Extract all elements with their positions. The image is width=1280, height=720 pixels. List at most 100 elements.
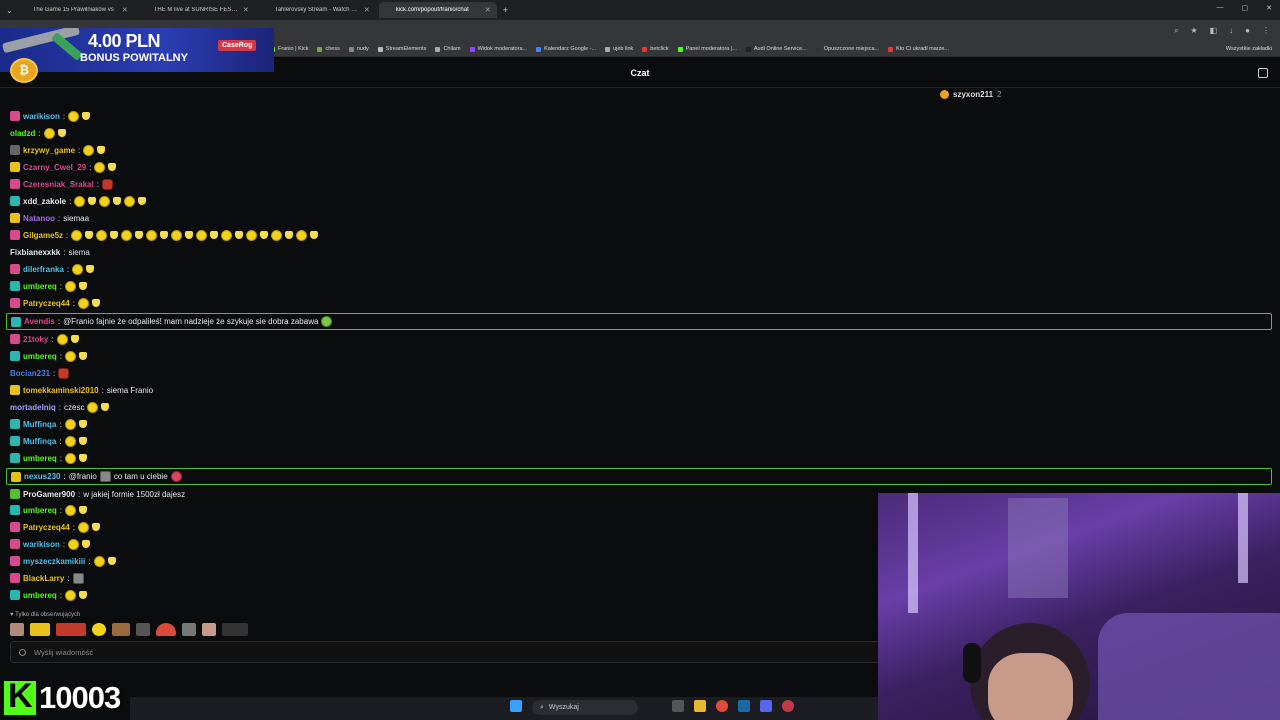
chat-message[interactable]: Muffinqa: <box>10 416 87 432</box>
bookmark-item[interactable]: Chilam <box>435 46 461 52</box>
chat-message[interactable]: Czeresniak_Srakal: <box>10 176 113 192</box>
bookmark-item[interactable]: Kto Ci ukradł marze... <box>888 46 949 52</box>
chat-message[interactable]: Avendis: @Franio fajnie że odpaliłeś! mam… <box>6 313 1272 330</box>
chat-username[interactable]: Muffinqa <box>23 437 56 446</box>
emote-button[interactable] <box>222 623 248 636</box>
chat-message[interactable]: warikison: <box>10 536 91 552</box>
chat-message[interactable]: mortadelniq: czesc <box>10 399 110 415</box>
chat-username[interactable]: Czarny_Cwel_29 <box>23 163 86 172</box>
chat-message[interactable]: umbereq: <box>10 587 88 603</box>
chat-username[interactable]: Patryczeq44 <box>23 299 70 308</box>
chat-message[interactable]: Czarny_Cwel_29: <box>10 159 117 175</box>
tab-search-icon[interactable]: ⌄ <box>6 6 13 15</box>
chat-message-input[interactable]: Wyślij wiadomość <box>10 641 880 663</box>
emote-button[interactable] <box>92 623 106 636</box>
pinned-gifter[interactable]: szyxon211 2 <box>940 90 1001 99</box>
download-icon[interactable]: ↓ <box>1229 26 1233 36</box>
profile-icon[interactable]: ● <box>1245 26 1250 36</box>
bookmark-item[interactable]: Kalendarz Google -... <box>536 46 596 52</box>
chat-username[interactable]: krzywy_game <box>23 146 75 155</box>
chat-username[interactable]: ProGamer900 <box>23 490 75 499</box>
chat-username[interactable]: Avendis <box>24 317 55 326</box>
emote-button[interactable] <box>136 623 150 636</box>
chat-username[interactable]: Patryczeq44 <box>23 523 70 532</box>
chat-message[interactable]: Patryczeq44: <box>10 295 100 311</box>
file-explorer-icon[interactable] <box>694 700 706 712</box>
chat-message[interactable]: oladzd: <box>10 125 66 141</box>
chat-username[interactable]: Natanoo <box>23 214 55 223</box>
chat-message[interactable]: umbereq: <box>10 502 88 518</box>
emote-button[interactable] <box>56 623 86 636</box>
user-settings-icon[interactable] <box>1258 68 1268 78</box>
chat-message[interactable]: nexus230: @franio co tam u ciebie <box>6 468 1272 485</box>
chat-message[interactable]: Natanoo: siemaa <box>10 210 89 226</box>
chat-message[interactable]: BlackLarry: <box>10 570 84 586</box>
tab-close-icon[interactable]: ✕ <box>122 6 128 14</box>
bookmark-item[interactable]: Panel moderatora |... <box>677 46 737 52</box>
menu-icon[interactable]: ⋮ <box>1262 26 1270 36</box>
chat-message[interactable]: Bocian231: <box>10 365 70 381</box>
chat-message[interactable]: Fixbianexxkk: siema <box>10 244 90 260</box>
chat-username[interactable]: nexus230 <box>24 472 60 481</box>
chat-username[interactable]: mortadelniq <box>10 403 56 412</box>
chat-username[interactable]: umbereq <box>23 506 57 515</box>
task-view-icon[interactable] <box>672 700 684 712</box>
chat-username[interactable]: warikison <box>23 540 60 549</box>
chat-message[interactable]: Gilgame5z: <box>10 227 319 243</box>
bookmark-item[interactable]: Widok moderatora... <box>469 46 527 52</box>
chat-username[interactable]: xdd_zakole <box>23 197 66 206</box>
close-icon[interactable]: ✕ <box>1266 4 1272 12</box>
chat-username[interactable]: umbereq <box>23 282 57 291</box>
chat-username[interactable]: dilerfranka <box>23 265 64 274</box>
chat-username[interactable]: Fixbianexxkk <box>10 248 60 257</box>
emote-button[interactable] <box>30 623 50 636</box>
chat-message[interactable]: xdd_zakole: <box>10 193 147 209</box>
chat-username[interactable]: warikison <box>23 112 60 121</box>
chat-username[interactable]: Czeresniak_Srakal <box>23 180 94 189</box>
zoom-icon[interactable]: ⌕ <box>1174 26 1178 36</box>
bookmark-item[interactable]: Opuszczone miejsca... <box>815 46 879 52</box>
bookmark-item[interactable]: StreamElements <box>377 46 426 52</box>
chat-username[interactable]: oladzd <box>10 129 35 138</box>
chat-username[interactable]: umbereq <box>23 352 57 361</box>
bookmark-item[interactable]: nudy <box>348 46 369 52</box>
chat-username[interactable]: tomekkaminski2010 <box>23 386 99 395</box>
chrome-icon[interactable] <box>716 700 728 712</box>
steam-icon[interactable] <box>738 700 750 712</box>
new-tab-button[interactable]: + <box>503 5 508 15</box>
bookmark-item[interactable]: Franio | Kick <box>270 46 308 52</box>
chat-username[interactable]: umbereq <box>23 591 57 600</box>
chat-message[interactable]: umbereq: <box>10 278 88 294</box>
windows-start-icon[interactable] <box>510 700 522 712</box>
emote-button[interactable] <box>156 623 176 636</box>
discord-icon[interactable] <box>760 700 772 712</box>
browser-tab[interactable]: Tahlerovsky Stream - Watch Live ✕ <box>258 2 376 18</box>
chat-message[interactable]: ProGamer900: w jakiej formie 1500zł dajes… <box>10 486 185 502</box>
emote-button[interactable] <box>202 623 216 636</box>
bookmark-item[interactable]: betclick <box>642 46 669 52</box>
chat-message[interactable]: warikison: <box>10 108 91 124</box>
maximize-icon[interactable]: ▢ <box>1242 4 1249 12</box>
bookmark-item[interactable]: chess <box>317 46 340 52</box>
emote-button[interactable] <box>182 623 196 636</box>
all-bookmarks-link[interactable]: Wszystkie zakładki <box>1226 46 1272 52</box>
chat-message[interactable]: dilerfranka: <box>10 261 95 277</box>
chat-username[interactable]: Gilgame5z <box>23 231 63 240</box>
browser-tab[interactable]: THE M live at SUNRISE FESTIVAL ✕ <box>137 2 255 18</box>
bookmark-item[interactable]: ujeb link <box>605 46 633 52</box>
minimize-icon[interactable]: — <box>1217 4 1224 12</box>
tab-close-icon[interactable]: ✕ <box>364 6 370 14</box>
chat-message[interactable]: umbereq: <box>10 450 88 466</box>
chat-username[interactable]: BlackLarry <box>23 574 64 583</box>
browser-tab[interactable]: kick.com/popout/franio/chat ✕ <box>378 2 497 18</box>
tab-close-icon[interactable]: ✕ <box>243 6 249 14</box>
chat-message[interactable]: krzywy_game: <box>10 142 106 158</box>
chat-message[interactable]: umbereq: <box>10 348 88 364</box>
tab-close-icon[interactable]: ✕ <box>485 6 491 14</box>
chat-username[interactable]: Muffinqa <box>23 420 56 429</box>
chat-message[interactable]: tomekkaminski2010: siema Franio <box>10 382 153 398</box>
chat-message[interactable]: 21toky: <box>10 331 79 347</box>
emote-button[interactable] <box>112 623 130 636</box>
chat-username[interactable]: 21toky <box>23 335 48 344</box>
app-icon[interactable] <box>782 700 794 712</box>
